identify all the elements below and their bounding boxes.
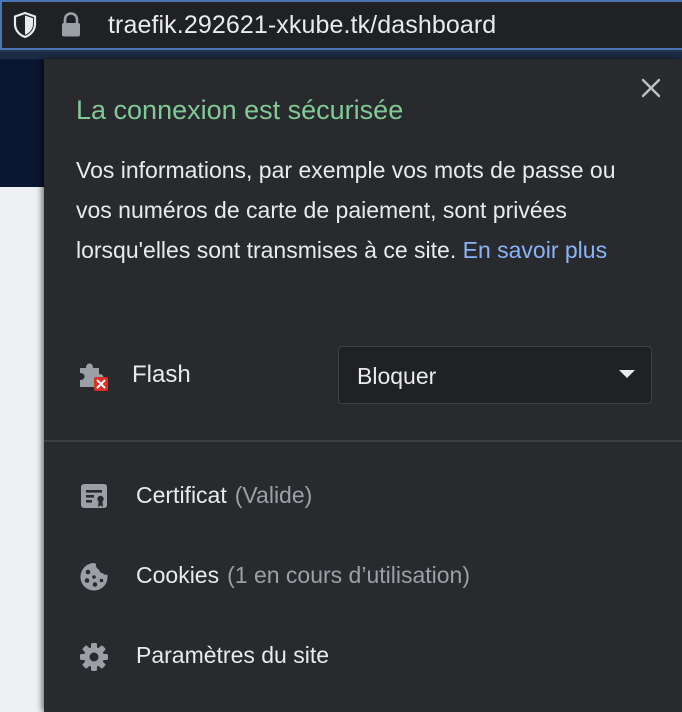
learn-more-link[interactable]: En savoir plus — [463, 237, 607, 263]
address-bar[interactable]: traefik.292621-xkube.tk/dashboard — [0, 0, 682, 50]
puzzle-blocked-icon — [80, 363, 108, 391]
certificate-icon — [81, 484, 107, 508]
chevron-down-icon — [619, 370, 635, 378]
connection-secure-title: La connexion est sécurisée — [76, 95, 404, 125]
cookies-text: Cookies — [136, 562, 220, 588]
site-settings-text: Paramètres du site — [136, 642, 330, 668]
lock-icon[interactable] — [56, 10, 86, 40]
url-text[interactable]: traefik.292621-xkube.tk/dashboard — [108, 11, 496, 40]
cookies-item[interactable]: Cookies (1 en cours d’utilisation) — [44, 547, 682, 607]
certificate-status: (Valide) — [234, 482, 313, 508]
site-info-popup: La connexion est sécurisée Vos informati… — [44, 59, 682, 712]
flash-permission-select[interactable]: Bloquer — [338, 346, 652, 404]
cookie-icon — [80, 563, 108, 591]
divider — [44, 440, 682, 442]
close-icon[interactable] — [638, 75, 664, 101]
flash-select-value: Bloquer — [357, 363, 437, 389]
gear-icon — [80, 643, 108, 671]
shield-icon[interactable] — [10, 10, 40, 40]
connection-description: Vos informations, par exemple vos mots d… — [76, 150, 636, 270]
flash-permission-row: Flash Bloquer — [76, 346, 652, 404]
cookies-usage: (1 en cours d’utilisation) — [227, 562, 471, 588]
flash-label: Flash — [132, 361, 191, 388]
certificate-item[interactable]: Certificat (Valide) — [44, 467, 682, 527]
page-body-background — [0, 187, 44, 712]
toolbar-edge — [0, 50, 682, 59]
site-settings-item[interactable]: Paramètres du site — [44, 627, 682, 687]
cookies-label: Cookies (1 en cours d’utilisation) — [136, 562, 470, 589]
certificate-label: Certificat (Valide) — [136, 482, 312, 509]
page-header-background — [0, 59, 44, 187]
certificate-text: Certificat — [136, 482, 227, 508]
site-settings-label: Paramètres du site — [136, 642, 329, 669]
